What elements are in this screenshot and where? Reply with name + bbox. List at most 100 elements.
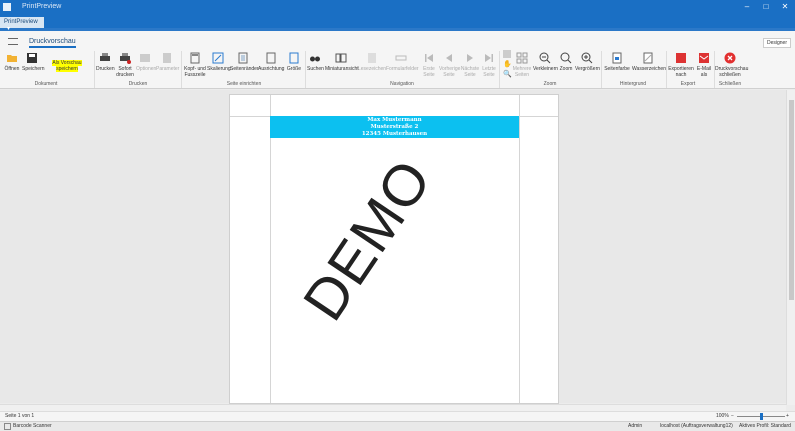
designer-label: Designer bbox=[766, 40, 787, 46]
group-separator bbox=[305, 51, 306, 88]
scaling-button[interactable]: Skalierung bbox=[207, 52, 231, 72]
page-size-icon bbox=[289, 52, 299, 64]
email-pdf-icon bbox=[699, 53, 709, 63]
next-page-button[interactable]: Nächste Seite bbox=[460, 52, 480, 78]
save-as-preview-button[interactable]: Als Vorschau speichern bbox=[43, 60, 91, 72]
multiple-pages-label: Mehrere Seiten bbox=[512, 66, 532, 78]
zoom-slider-thumb[interactable] bbox=[760, 413, 763, 420]
print-now-button[interactable]: Sofort drucken bbox=[115, 52, 135, 78]
page-color-button[interactable]: Seitenfarbe bbox=[603, 52, 631, 72]
group-label-document: Dokument bbox=[34, 81, 58, 87]
watermark-button[interactable]: Wasserzeichen bbox=[632, 52, 666, 72]
binoculars-icon bbox=[310, 56, 320, 62]
orientation-button[interactable]: Ausrichtung bbox=[258, 52, 284, 72]
thumbnails-button[interactable]: Miniaturansicht bbox=[325, 52, 359, 72]
group-label-page-setup: Seite einrichten bbox=[226, 81, 262, 87]
form-fields-label: Formularfelder bbox=[386, 66, 419, 72]
open-label: Öffnen bbox=[4, 66, 20, 72]
quick-print-icon bbox=[120, 53, 131, 64]
margins-icon bbox=[238, 52, 248, 64]
vertical-scrollbar[interactable] bbox=[786, 90, 795, 405]
header-city: 12345 Musterhausen bbox=[361, 131, 428, 137]
user-status[interactable]: Admin bbox=[628, 422, 642, 431]
folder-icon bbox=[7, 55, 17, 62]
prev-page-label: Vorherige Seite bbox=[439, 66, 461, 78]
horizontal-scrollbar[interactable] bbox=[0, 404, 786, 411]
zoom-in-icon bbox=[581, 52, 593, 64]
minimize-button[interactable]: – bbox=[741, 2, 753, 12]
parameters-button[interactable]: Parameter bbox=[156, 52, 180, 72]
title-bar: PrintPreview – □ ✕ bbox=[0, 0, 795, 14]
margins-button[interactable]: Seitenränder bbox=[230, 52, 259, 72]
tab-druckvorschau[interactable]: Druckvorschau bbox=[29, 38, 76, 48]
zoom-out-button[interactable]: Verkleinern bbox=[533, 52, 559, 72]
first-page-button[interactable]: Erste Seite bbox=[420, 52, 438, 78]
save-icon bbox=[27, 53, 37, 63]
print-now-label: Sofort drucken bbox=[116, 66, 134, 78]
next-page-icon bbox=[467, 54, 473, 62]
email-button[interactable]: E-Mail als bbox=[695, 52, 713, 78]
scrollbar-thumb[interactable] bbox=[789, 100, 794, 300]
last-page-label: Letzte Seite bbox=[482, 66, 496, 78]
zoom-out-label: Verkleinern bbox=[533, 66, 559, 72]
multiple-pages-button[interactable]: Mehrere Seiten bbox=[512, 52, 532, 78]
pointer-tool-icon[interactable] bbox=[503, 50, 511, 58]
ribbon-menu-icon[interactable] bbox=[8, 38, 18, 45]
export-pdf-icon bbox=[676, 53, 686, 63]
group-separator bbox=[181, 51, 182, 88]
header-footer-label: Kopf- und Fusszeile bbox=[184, 66, 206, 78]
watermark-icon bbox=[643, 52, 653, 64]
group-label-print: Drucken bbox=[128, 81, 148, 87]
margin-line-right bbox=[519, 95, 520, 403]
orientation-icon bbox=[266, 52, 276, 64]
hand-tool-icon[interactable]: ✋ bbox=[503, 60, 512, 68]
page-info: Seite 1 von 1 bbox=[5, 413, 35, 419]
close-preview-button[interactable]: Druckvorschau schließen bbox=[715, 52, 748, 78]
first-page-icon bbox=[425, 54, 433, 62]
size-button[interactable]: Größe bbox=[286, 52, 302, 72]
group-label-background: Hintergrund bbox=[619, 81, 647, 87]
export-button[interactable]: Exportieren nach bbox=[668, 52, 694, 78]
next-page-label: Nächste Seite bbox=[460, 66, 480, 78]
search-button[interactable]: Suchen bbox=[307, 52, 324, 72]
open-button[interactable]: Öffnen bbox=[4, 52, 20, 72]
form-fields-button[interactable]: Formularfelder bbox=[386, 52, 419, 72]
save-button[interactable]: Speichern bbox=[22, 52, 45, 72]
window-title: PrintPreview bbox=[22, 3, 62, 10]
last-page-button[interactable]: Letzte Seite bbox=[481, 52, 497, 78]
zoom-label: Zoom bbox=[559, 66, 573, 72]
save-label: Speichern bbox=[22, 66, 45, 72]
group-label-navigation: Navigation bbox=[390, 81, 414, 87]
margin-line-left bbox=[270, 95, 271, 403]
page-header-band: Max Mustermann Musterstraße 2 12345 Must… bbox=[270, 116, 519, 138]
bookmarks-icon bbox=[368, 53, 376, 63]
zoom-in-button[interactable]: Vergrößern bbox=[575, 52, 600, 72]
server-status[interactable]: localhost (Auftragsverwaltung12) bbox=[660, 422, 733, 431]
prev-page-button[interactable]: Vorherige Seite bbox=[439, 52, 461, 78]
header-footer-button[interactable]: Kopf- und Fusszeile bbox=[183, 52, 207, 78]
zoom-plus-icon[interactable]: + bbox=[786, 412, 789, 421]
status-bar: Seite 1 von 1 100% − + bbox=[0, 411, 795, 421]
header-name: Max Mustermann bbox=[367, 117, 422, 123]
bookmarks-button[interactable]: Lesezeichen bbox=[358, 52, 386, 72]
options-button[interactable]: Optionen bbox=[136, 52, 156, 72]
zoom-button[interactable]: Zoom bbox=[558, 52, 574, 72]
close-window-button[interactable]: ✕ bbox=[779, 2, 791, 12]
form-fields-icon bbox=[395, 55, 407, 61]
first-page-label: Erste Seite bbox=[423, 66, 435, 78]
preview-page: Max Mustermann Musterstraße 2 12345 Must… bbox=[229, 94, 559, 404]
maximize-button[interactable]: □ bbox=[760, 2, 772, 12]
group-separator bbox=[601, 51, 602, 88]
group-separator bbox=[94, 51, 95, 88]
header-street: Musterstraße 2 bbox=[370, 124, 419, 130]
designer-button[interactable]: Designer bbox=[762, 38, 791, 48]
zoom-minus-icon[interactable]: − bbox=[731, 412, 734, 421]
profile-status[interactable]: Aktives Profil: Standard bbox=[739, 422, 791, 431]
barcode-scanner[interactable]: Barcode Scanner bbox=[13, 422, 52, 431]
parameters-label: Parameter bbox=[156, 66, 180, 72]
group-label-zoom: Zoom bbox=[543, 81, 557, 87]
group-separator bbox=[666, 51, 667, 88]
magnifier-tool-icon[interactable]: 🔍 bbox=[503, 70, 512, 78]
print-button[interactable]: Drucken bbox=[96, 52, 115, 72]
thumbnails-icon bbox=[335, 53, 347, 63]
